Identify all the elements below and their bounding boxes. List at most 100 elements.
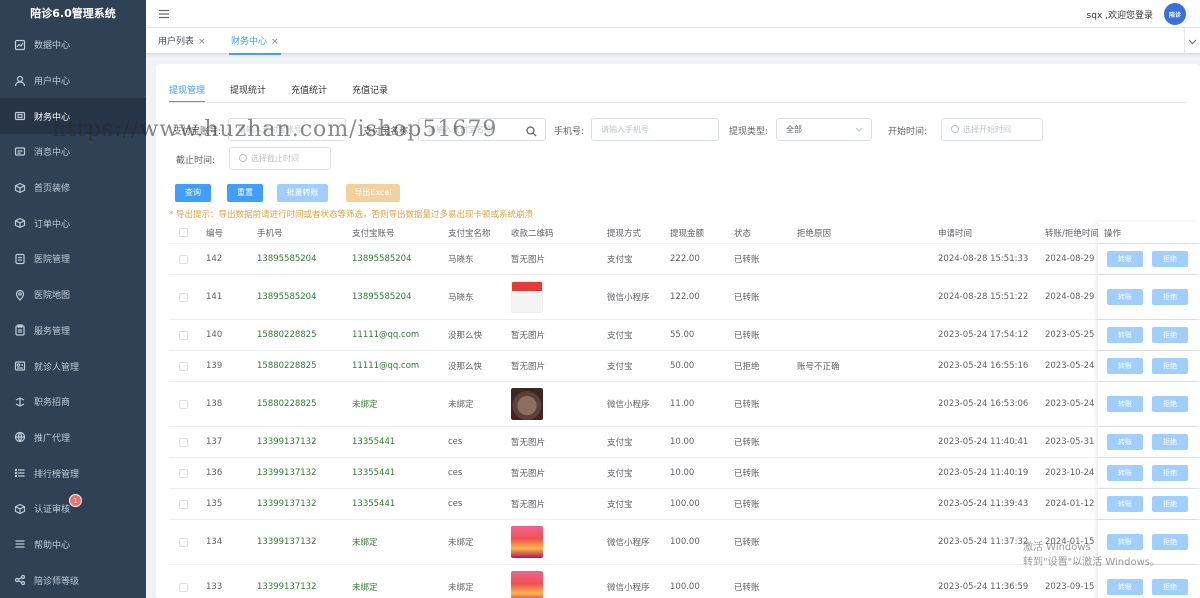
reject-button[interactable]: 拒绝 [1152,251,1188,267]
row-checkbox[interactable] [179,361,188,371]
reject-button[interactable]: 拒绝 [1152,358,1188,374]
sidebar-item[interactable]: 订单中心 [0,205,146,241]
sidebar-item-label: 订单中心 [34,219,71,230]
sidebar-item[interactable]: 财务中心 [0,98,146,135]
sidebar-item[interactable]: 服务管理 [0,313,146,349]
close-icon[interactable]: × [271,37,279,47]
row-checkbox[interactable] [179,499,188,509]
content-card: 提现管理 提现统计 充值统计 充值记录 支付宝账号: 请输入支付宝账号 支付宝名… [156,64,1200,598]
alipay-account-input[interactable]: 请输入支付宝账号 [228,118,346,141]
reject-button[interactable]: 拒绝 [1152,289,1188,305]
sidebar-item[interactable]: 医院地图 [0,277,146,313]
row-alipay-account: 未绑定 [352,583,378,593]
export-excel-button[interactable]: 导出Excel [346,184,400,202]
row-id: 135 [206,499,223,509]
sidebar-item[interactable]: 陪诊师等级 [0,562,146,598]
qr-code-image[interactable] [511,281,543,313]
sidebar-item-label: 陪诊师等级 [34,576,80,587]
table-row: 135 13399137132 13355441 ces 暂无图片 支付宝 100.00 已转… [169,489,1200,520]
tab-withdraw-manage[interactable]: 提现管理 [169,82,206,103]
row-checkbox[interactable] [179,582,188,592]
sidebar-item[interactable]: 用户中心 [0,63,146,99]
transfer-button[interactable]: 转账 [1107,465,1143,481]
transfer-button[interactable]: 转账 [1107,358,1143,374]
sidebar-item-label: 数据中心 [34,41,71,52]
row-phone: 13399137132 [257,468,317,478]
row-checkbox[interactable] [179,537,188,547]
close-icon[interactable]: × [198,37,206,47]
alipay-name-input[interactable]: 请输入支付宝名称 [418,118,546,141]
row-phone: 15880228825 [257,330,317,340]
withdraw-type-label: 提现类型: [729,127,769,137]
start-time-picker[interactable]: 选择开始时间 [941,118,1043,141]
sidebar-item[interactable]: 消息中心 [0,134,146,170]
sidebar-item[interactable]: 职务招商 [0,384,146,420]
reject-button[interactable]: 拒绝 [1152,465,1188,481]
phone-input[interactable]: 请输入手机号 [591,118,719,141]
sidebar-item[interactable]: 数据中心 [0,27,146,63]
sidebar-item[interactable]: 帮助中心 [0,527,146,563]
row-amount: 122.00 [670,292,700,302]
hamburger-icon[interactable] [158,8,170,20]
reject-button[interactable]: 拒绝 [1152,327,1188,343]
sidebar-item[interactable]: 认证审核 1 [0,491,146,527]
row-alipay-name: 未绑定 [448,583,474,593]
search-icon[interactable] [526,124,537,137]
transfer-button[interactable]: 转账 [1107,496,1143,512]
qr-code-image[interactable] [511,526,543,558]
qr-code-image[interactable] [511,388,543,420]
row-checkbox[interactable] [179,399,188,409]
sidebar-item[interactable]: 医院管理 [0,241,146,277]
row-status: 已转账 [734,400,760,410]
query-button[interactable]: 查询 [175,184,211,202]
transfer-button[interactable]: 转账 [1107,396,1143,412]
reset-button[interactable]: 重置 [227,184,263,202]
reject-button[interactable]: 拒绝 [1152,534,1188,550]
sidebar-item[interactable]: 就诊人管理 [0,348,146,384]
select-all-checkbox[interactable] [179,228,188,237]
row-apply-time: 2023-05-24 11:36:59 [938,582,1029,592]
qr-placeholder: 暂无图片 [511,362,546,372]
transfer-button[interactable]: 转账 [1107,327,1143,343]
row-amount: 222.00 [670,254,700,264]
row-checkbox[interactable] [179,254,188,264]
tag-user-list[interactable]: 用户列表 × [156,34,208,50]
sidebar-item[interactable]: 推广代理 [0,420,146,456]
transfer-button[interactable]: 转账 [1107,579,1143,595]
row-checkbox[interactable] [179,437,188,447]
tab-withdraw-stats[interactable]: 提现统计 [230,82,266,100]
chevron-down-icon[interactable] [1184,28,1200,54]
reject-button[interactable]: 拒绝 [1152,434,1188,450]
avatar[interactable]: 陪诊 [1164,3,1186,25]
tab-recharge-records[interactable]: 充值记录 [352,82,388,100]
row-checkbox[interactable] [179,468,188,478]
row-alipay-account: 13895585204 [352,254,412,264]
transfer-button[interactable]: 转账 [1107,434,1143,450]
row-checkbox[interactable] [179,330,188,340]
transfer-button[interactable]: 转账 [1107,289,1143,305]
sub-tabs: 提现管理 提现统计 充值统计 充值记录 [169,82,413,103]
qr-code-image[interactable] [511,571,543,598]
tab-recharge-stats[interactable]: 充值统计 [291,82,327,100]
batch-transfer-button[interactable]: 批量转账 [277,184,328,202]
row-alipay-name: 未绑定 [448,400,474,410]
reject-button[interactable]: 拒绝 [1152,396,1188,412]
sidebar-item[interactable]: 排行榜管理 [0,455,146,491]
row-checkbox[interactable] [179,292,188,302]
tag-finance[interactable]: 财务中心 × [229,34,281,55]
column-header: 支付宝账号 [352,228,395,239]
transfer-button[interactable]: 转账 [1107,251,1143,267]
qr-placeholder: 暂无图片 [511,331,546,341]
row-apply-time: 2023-05-24 17:54:12 [938,330,1029,340]
table-row: 133 13399137132 未绑定 未绑定 微信小程序 100.00 已转账 2023-0… [169,565,1200,598]
reject-button[interactable]: 拒绝 [1152,496,1188,512]
transfer-button[interactable]: 转账 [1107,534,1143,550]
reject-button[interactable]: 拒绝 [1152,579,1188,595]
end-time-picker[interactable]: 选择截止时间 [229,147,331,170]
withdraw-type-select[interactable]: 全部 [776,118,872,141]
sidebar-item[interactable]: 首页装修 [0,170,146,206]
table-header: 编号 手机号 支付宝账号 支付宝名称 收款二维码 提现方式 提现金额 状态 拒绝原因 申请时间 转账… [169,222,1200,244]
message-icon [14,146,26,158]
row-done-time: 2023-05-24 [1045,399,1095,409]
alipay-account-label: 支付宝账号: [173,127,222,137]
